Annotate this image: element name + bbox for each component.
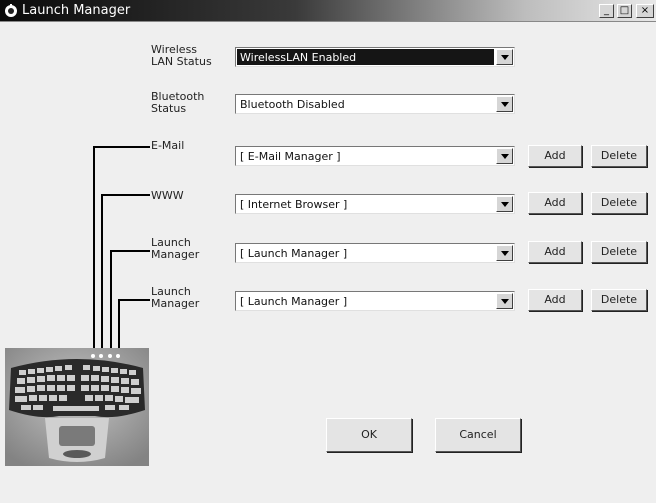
dropdown-button[interactable] xyxy=(496,196,513,212)
close-button[interactable]: × xyxy=(636,4,654,18)
ok-button[interactable]: OK xyxy=(326,418,412,452)
dropdown-button[interactable] xyxy=(496,96,513,112)
www-add-button[interactable]: Add xyxy=(528,192,582,214)
launch-manager-2-value: [ Launch Manager ] xyxy=(240,295,348,308)
launch-manager-2-select[interactable]: [ Launch Manager ] xyxy=(235,291,515,311)
www-delete-button[interactable]: Delete xyxy=(591,192,647,214)
connector-line-email xyxy=(93,146,150,148)
email-label: E-Mail xyxy=(151,139,185,152)
chevron-down-icon xyxy=(501,251,509,256)
app-icon xyxy=(5,4,17,17)
dropdown-button[interactable] xyxy=(496,148,513,164)
title-bar: Launch Manager _ □ × xyxy=(0,0,656,22)
email-app-select[interactable]: [ E-Mail Manager ] xyxy=(235,146,515,166)
launch-manager-1-value: [ Launch Manager ] xyxy=(240,247,348,260)
wireless-lan-status-select[interactable]: WirelessLAN Enabled xyxy=(235,47,515,67)
maximize-button[interactable]: □ xyxy=(617,4,632,18)
dropdown-button[interactable] xyxy=(496,49,513,65)
www-app-select[interactable]: [ Internet Browser ] xyxy=(235,194,515,214)
launch-manager-1-delete-button[interactable]: Delete xyxy=(591,241,647,263)
chevron-down-icon xyxy=(501,55,509,60)
email-delete-button[interactable]: Delete xyxy=(591,145,647,167)
launch-manager-2-label: Launch Manager xyxy=(151,285,200,310)
email-app-value: [ E-Mail Manager ] xyxy=(240,150,341,163)
connector-line-launch-manager-1 xyxy=(110,250,150,252)
chevron-down-icon xyxy=(501,299,509,304)
launch-manager-2-add-button[interactable]: Add xyxy=(528,289,582,311)
bluetooth-status-value: Bluetooth Disabled xyxy=(240,98,345,111)
selected-highlight: WirelessLAN Enabled xyxy=(237,49,494,65)
connector-line-www xyxy=(101,194,103,356)
window-title: Launch Manager xyxy=(22,3,131,18)
launch-manager-2-delete-button[interactable]: Delete xyxy=(591,289,647,311)
connector-line-launch-manager-1 xyxy=(110,250,112,356)
connector-line-email xyxy=(93,146,95,356)
email-add-button[interactable]: Add xyxy=(528,145,582,167)
keyboard-image xyxy=(5,348,149,466)
chevron-down-icon xyxy=(501,154,509,159)
wireless-lan-status-label: Wireless LAN Status xyxy=(151,43,212,68)
launch-manager-1-select[interactable]: [ Launch Manager ] xyxy=(235,243,515,263)
connector-line-www xyxy=(101,194,150,196)
cancel-button[interactable]: Cancel xyxy=(435,418,521,452)
www-app-value: [ Internet Browser ] xyxy=(240,198,348,211)
minimize-button[interactable]: _ xyxy=(599,4,614,18)
connector-line-launch-manager-2 xyxy=(118,299,150,301)
dropdown-button[interactable] xyxy=(496,293,513,309)
dropdown-button[interactable] xyxy=(496,245,513,261)
wireless-lan-status-value: WirelessLAN Enabled xyxy=(240,51,357,64)
launch-manager-1-add-button[interactable]: Add xyxy=(528,241,582,263)
chevron-down-icon xyxy=(501,202,509,207)
www-label: WWW xyxy=(151,189,184,202)
chevron-down-icon xyxy=(501,102,509,107)
bluetooth-status-label: Bluetooth Status xyxy=(151,90,205,115)
bluetooth-status-select[interactable]: Bluetooth Disabled xyxy=(235,94,515,114)
launch-manager-1-label: Launch Manager xyxy=(151,236,200,261)
